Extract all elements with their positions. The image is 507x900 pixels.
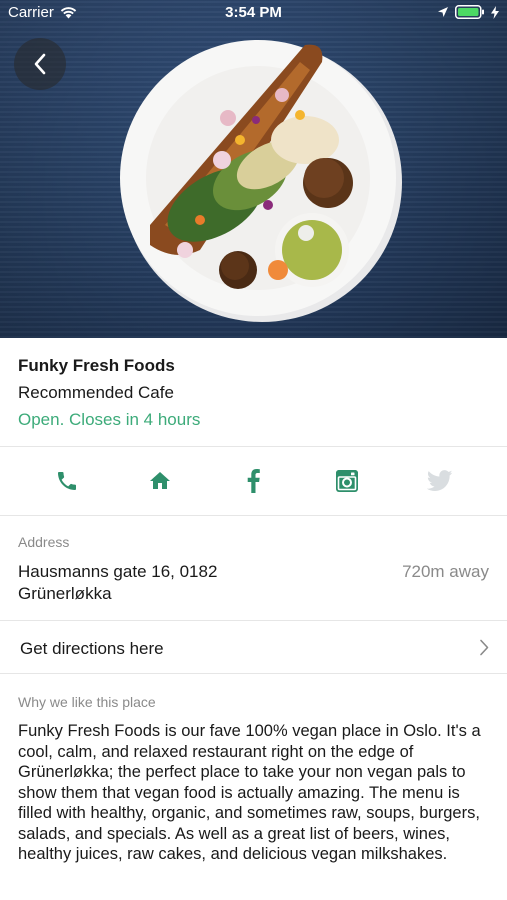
venue-category: Recommended Cafe	[18, 383, 174, 402]
back-button[interactable]	[14, 38, 66, 90]
why-description: Funky Fresh Foods is our fave 100% vegan…	[18, 722, 481, 863]
address-section: Address Hausmanns gate 16, 0182 Grünerlø…	[0, 516, 507, 621]
address-line-2: Grünerløkka	[18, 584, 112, 603]
clock: 3:54 PM	[225, 4, 282, 21]
status-bar: Carrier 3:54 PM	[0, 0, 507, 26]
address-line-1: Hausmanns gate 16, 0182	[18, 562, 218, 581]
location-arrow-icon	[438, 7, 448, 17]
home-icon	[150, 472, 170, 489]
twitter-icon	[427, 470, 453, 491]
twitter-button[interactable]	[426, 467, 454, 495]
instagram-button[interactable]	[333, 467, 361, 495]
directions-row[interactable]: Get directions here	[0, 621, 507, 674]
phone-icon	[58, 472, 76, 490]
directions-label: Get directions here	[20, 639, 164, 658]
chevron-right-icon	[480, 639, 489, 656]
instagram-icon	[336, 470, 358, 492]
distance-label: 720m away	[402, 562, 489, 581]
why-label: Why we like this place	[18, 694, 156, 710]
food-plate-illustration	[120, 40, 402, 322]
battery-icon	[455, 5, 484, 19]
venue-name: Funky Fresh Foods	[18, 356, 175, 375]
address-label: Address	[18, 534, 70, 550]
opening-status: Open. Closes in 4 hours	[18, 410, 201, 429]
call-button[interactable]	[53, 467, 81, 495]
hero-image	[0, 0, 507, 338]
website-button[interactable]	[146, 467, 174, 495]
facebook-icon	[247, 469, 260, 493]
facebook-button[interactable]	[240, 467, 268, 495]
contact-actions	[0, 447, 507, 516]
chevron-left-icon	[34, 53, 46, 75]
charging-bolt-icon	[491, 5, 499, 19]
venue-info: Funky Fresh Foods Recommended Cafe Open.…	[0, 338, 507, 447]
